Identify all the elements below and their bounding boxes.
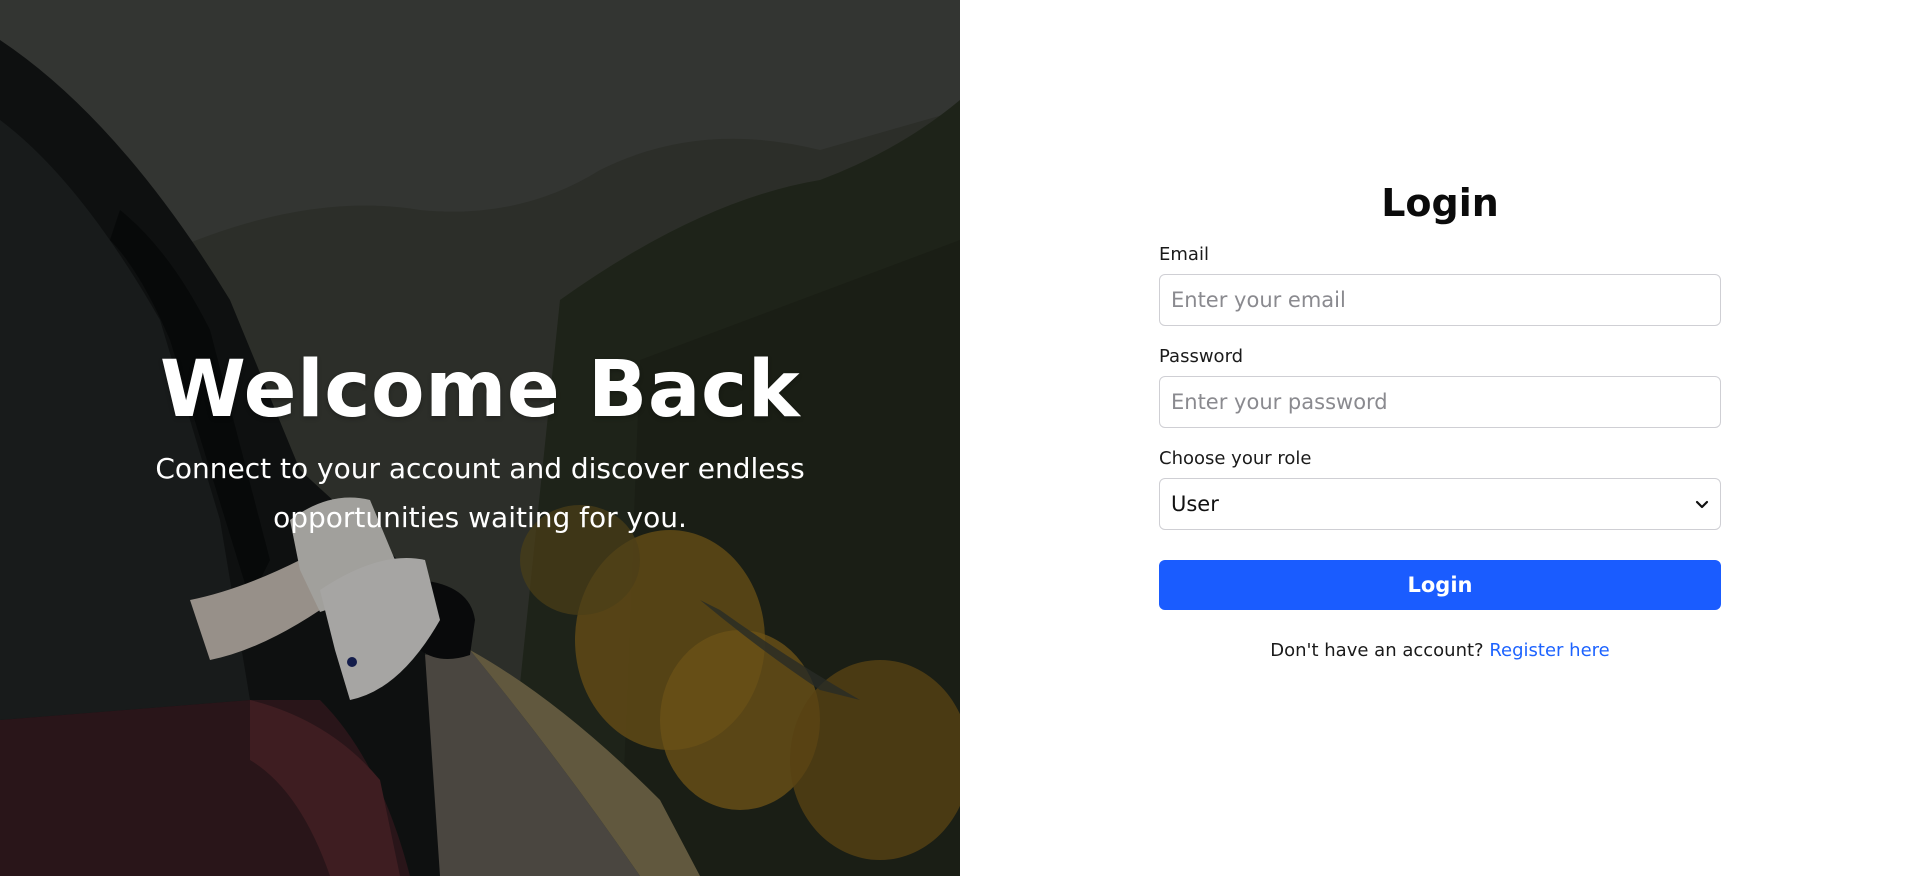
role-selected-value: User: [1171, 492, 1219, 516]
login-heading: Login: [1381, 181, 1499, 225]
email-field[interactable]: Enter your email: [1159, 274, 1721, 326]
role-label: Choose your role: [1159, 448, 1312, 469]
register-prompt: Don't have an account?: [1270, 640, 1484, 661]
chevron-down-icon: [1695, 500, 1709, 509]
hero-title: Welcome Back: [159, 345, 801, 435]
role-select[interactable]: User: [1159, 478, 1721, 530]
email-label: Email: [1159, 244, 1209, 265]
login-button[interactable]: Login: [1159, 560, 1721, 610]
password-label: Password: [1159, 346, 1244, 367]
login-panel: Login Email Enter your email Password En…: [960, 0, 1920, 876]
register-prompt-row: Don't have an account? Register here: [1159, 640, 1721, 661]
password-placeholder: Enter your password: [1171, 390, 1388, 414]
hero-panel: Welcome Back Connect to your account and…: [0, 0, 960, 876]
hero-copy: Welcome Back Connect to your account and…: [0, 346, 960, 542]
login-page: Welcome Back Connect to your account and…: [0, 0, 1920, 876]
register-link[interactable]: Register here: [1489, 640, 1609, 661]
email-placeholder: Enter your email: [1171, 288, 1346, 312]
login-form: Login Email Enter your email Password En…: [1159, 178, 1721, 661]
password-field[interactable]: Enter your password: [1159, 376, 1721, 428]
hero-subtitle: Connect to your account and discover end…: [155, 452, 805, 534]
